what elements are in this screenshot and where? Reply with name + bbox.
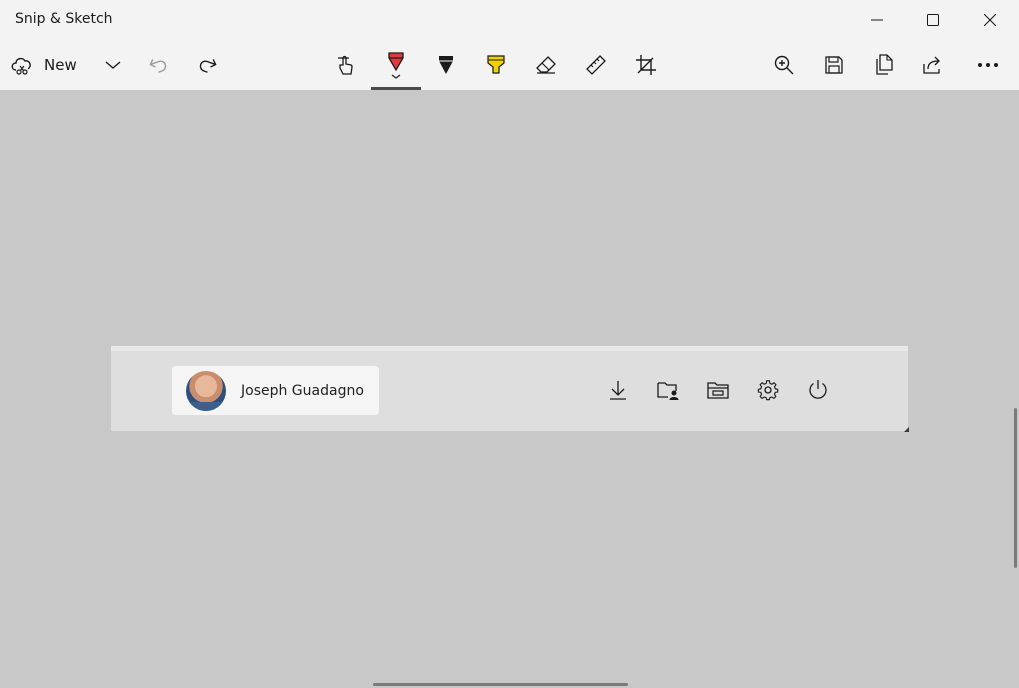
avatar <box>186 370 226 411</box>
new-label: New <box>44 56 77 74</box>
redo-icon <box>199 59 217 73</box>
eraser-button[interactable] <box>524 44 568 86</box>
copy-icon <box>876 54 893 75</box>
app-title: Snip & Sketch <box>15 11 113 27</box>
share-button[interactable] <box>911 44 955 86</box>
new-snip-icon <box>11 57 31 75</box>
ballpoint-pen-button[interactable] <box>374 44 418 86</box>
user-account-card: Joseph Guadagno <box>172 366 379 415</box>
zoom-in-icon <box>774 55 794 75</box>
ruler-button[interactable] <box>574 44 618 86</box>
more-options-button[interactable] <box>966 44 1010 86</box>
highlighter-button[interactable] <box>474 44 518 86</box>
save-button[interactable] <box>812 44 856 86</box>
power-icon <box>809 380 827 399</box>
close-icon <box>984 14 996 26</box>
new-snip-button[interactable]: New <box>10 44 92 86</box>
title-bar: Snip & Sketch <box>0 0 1019 40</box>
redo-button[interactable] <box>186 44 230 86</box>
ruler-icon <box>586 55 606 75</box>
close-button[interactable] <box>962 0 1018 40</box>
maximize-icon <box>927 14 939 26</box>
touch-writing-button[interactable] <box>324 44 368 86</box>
crop-icon <box>636 55 656 75</box>
settings-icon <box>757 380 779 401</box>
minimize-icon <box>871 19 883 21</box>
snip-resize-corner <box>904 427 909 432</box>
snip-file-explorer-item <box>698 370 738 410</box>
snip-settings-item <box>748 370 788 410</box>
toolbar: New <box>0 40 1019 90</box>
eraser-icon <box>536 56 556 74</box>
save-icon <box>825 56 843 74</box>
more-icon <box>978 63 998 67</box>
pencil-button[interactable] <box>424 44 468 86</box>
share-icon <box>923 56 940 74</box>
touch-writing-icon <box>338 55 353 75</box>
download-icon <box>610 381 626 400</box>
vertical-scrollbar[interactable] <box>1014 408 1017 568</box>
user-folder-icon <box>657 382 679 400</box>
highlighter-icon <box>487 55 505 74</box>
snip-power-item <box>798 370 838 410</box>
snip-download-item <box>598 370 638 410</box>
horizontal-scrollbar[interactable] <box>373 683 628 686</box>
captured-snip: Joseph Guadagno <box>111 346 909 432</box>
pencil-icon <box>439 56 453 74</box>
chevron-down-icon <box>105 61 121 69</box>
undo-icon <box>149 59 167 73</box>
zoom-button[interactable] <box>762 44 806 86</box>
file-explorer-icon <box>707 382 729 399</box>
minimize-button[interactable] <box>849 0 905 40</box>
maximize-button[interactable] <box>905 0 961 40</box>
undo-button[interactable] <box>136 44 180 86</box>
snip-user-folder-item <box>648 370 688 410</box>
ballpoint-pen-icon <box>388 52 404 79</box>
crop-button[interactable] <box>624 44 668 86</box>
user-name: Joseph Guadagno <box>241 382 364 399</box>
copy-button[interactable] <box>862 44 906 86</box>
new-snip-options-button[interactable] <box>92 44 134 86</box>
selected-tool-indicator <box>371 87 421 90</box>
